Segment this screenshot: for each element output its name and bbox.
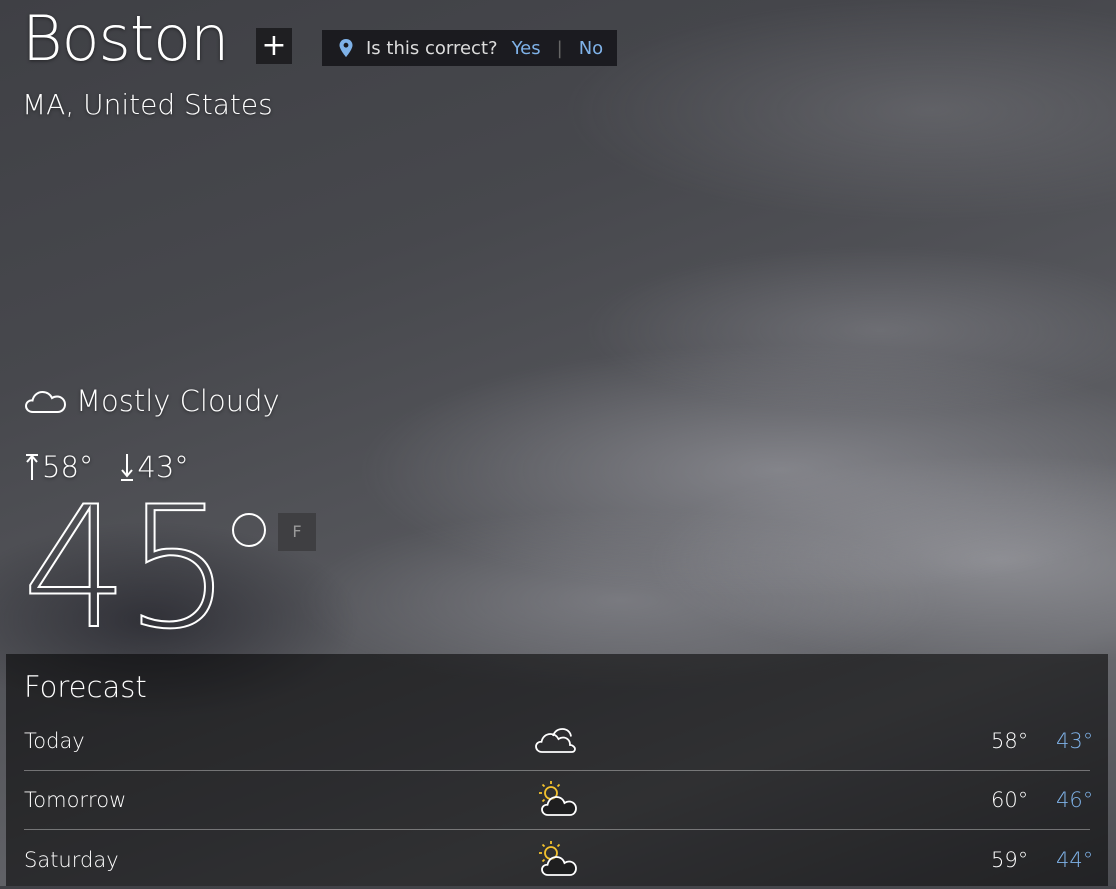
city-name: Boston (22, 2, 229, 75)
forecast-title: Forecast (24, 670, 147, 704)
location-pin-icon (339, 39, 353, 57)
region-name: MA, United States (22, 88, 273, 121)
forecast-high: 59° (991, 848, 1029, 872)
degree-symbol (232, 513, 266, 547)
forecast-high: 60° (991, 788, 1029, 812)
partly-sunny-icon (539, 841, 577, 876)
forecast-day: Saturday (24, 848, 119, 872)
forecast-row[interactable]: Saturday 59° 44° (24, 831, 1094, 889)
forecast-day: Today (24, 729, 85, 753)
forecast-low: 46° (1056, 788, 1094, 812)
confirm-no-link[interactable]: No (579, 38, 603, 59)
forecast-low: 44° (1056, 848, 1094, 872)
forecast-row[interactable]: Today 58° 43° (24, 712, 1094, 771)
partly-sunny-icon (539, 781, 577, 816)
unit-toggle-button[interactable]: F (278, 513, 316, 551)
confirm-separator: | (556, 37, 563, 59)
current-condition: Mostly Cloudy (24, 384, 280, 418)
confirm-question: Is this correct? (366, 37, 498, 59)
condition-text: Mostly Cloudy (76, 384, 280, 418)
cloud-icon (24, 390, 67, 413)
cloud-icon (535, 728, 576, 753)
forecast-day: Tomorrow (24, 788, 127, 812)
forecast-panel: Forecast Today 58° 43° Tomorrow 60° 46° … (6, 654, 1108, 886)
current-temperature: 45 (21, 470, 233, 666)
confirm-yes-link[interactable]: Yes (512, 38, 541, 59)
forecast-high: 58° (991, 729, 1029, 753)
add-location-button[interactable]: + (256, 28, 292, 64)
location-confirm-bar: Is this correct? Yes | No (322, 30, 617, 66)
forecast-low: 43° (1056, 729, 1094, 753)
forecast-row[interactable]: Tomorrow 60° 46° (24, 771, 1094, 830)
